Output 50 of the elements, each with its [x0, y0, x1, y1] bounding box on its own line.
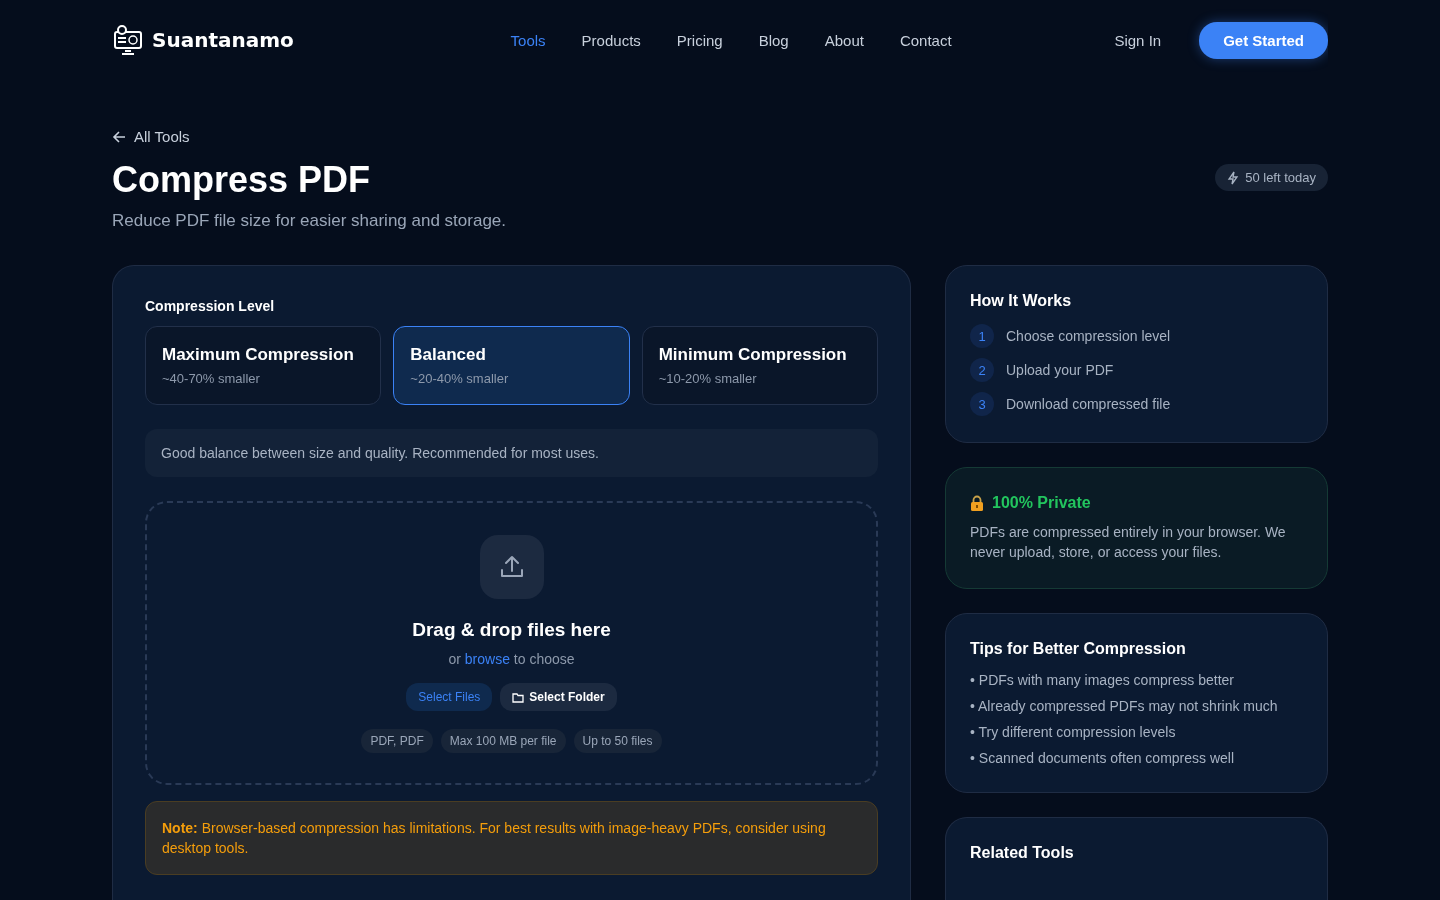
page-subtitle: Reduce PDF file size for easier sharing and storage. [112, 211, 507, 231]
quota-badge: 50 left today [1215, 164, 1328, 191]
privacy-title: 100% Private [992, 494, 1091, 512]
or-text: or [448, 651, 461, 667]
card-title: How It Works [970, 292, 1073, 310]
step-number: 1 [970, 324, 994, 348]
nav-link[interactable]: Tools [510, 31, 546, 49]
limit-chip: Max 100 MB per file [440, 729, 566, 753]
limit-chip: PDF, PDF [361, 729, 433, 753]
folder-icon [512, 691, 525, 703]
step-text: Download compressed file [1006, 396, 1171, 412]
tip-item: • PDFs with many images compress better [970, 672, 1235, 688]
choose-text: to choose [513, 651, 575, 667]
lightning-icon [1227, 170, 1240, 185]
lock-icon [970, 495, 984, 511]
card-title: Related Tools [970, 844, 1075, 862]
step-number: 2 [970, 358, 994, 382]
tip-item: • Try different compression levels [970, 724, 1177, 740]
step-text: Choose compression level [1006, 328, 1171, 344]
nav-link[interactable]: Pricing [676, 31, 723, 49]
sign-in-link[interactable]: Sign In [1108, 30, 1168, 50]
level-description: Good balance between size and quality. Recommended for most uses. [145, 429, 878, 477]
limit-chip: Up to 50 files [573, 729, 662, 753]
card-title: Tips for Better Compression [970, 640, 1187, 658]
compression-option[interactable]: Maximum Compression ~40-70% smaller [145, 326, 382, 405]
tip-item: • Scanned documents often compress well [970, 750, 1236, 766]
note-box: Note: Browser-based compression has limitations. For best results with image-heavy PDFs, consider using desktop tools. [145, 801, 878, 875]
upload-icon [498, 554, 525, 580]
back-link[interactable]: All Tools [112, 128, 190, 145]
brand-name: Suantanamo [152, 28, 294, 52]
compression-option[interactable]: Minimum Compression ~10-20% smaller [641, 326, 878, 405]
nav-link[interactable]: About [824, 31, 864, 49]
get-started-button[interactable]: Get Started [1199, 21, 1328, 59]
browse-link[interactable]: browse [464, 651, 510, 667]
section-label: Compression Level [145, 298, 276, 314]
privacy-text: PDFs are compressed entirely in your browser. We never upload, store, or access your files. [970, 523, 1287, 562]
select-files-button[interactable]: Select Files [406, 683, 493, 711]
drop-heading: Drag & drop files here [412, 619, 611, 641]
nav-link[interactable]: Products [581, 31, 641, 49]
arrow-left-icon [112, 129, 126, 144]
compression-option[interactable]: Balanced ~20-40% smaller [393, 326, 630, 405]
step-number: 3 [970, 392, 994, 416]
nav-link[interactable]: Blog [758, 31, 789, 49]
tip-item: • Already compressed PDFs may not shrink much [970, 698, 1279, 714]
nav-link[interactable]: Contact [899, 31, 952, 49]
page-title: Compress PDF [112, 159, 372, 201]
step-text: Upload your PDF [1006, 362, 1114, 378]
drop-zone[interactable]: Drag & drop files here or browse to choose Select Files Select Folder PDF, PDF Max 100 MB per file Up to 50 files [145, 501, 878, 785]
select-folder-button[interactable]: Select Folder [500, 683, 617, 711]
monitor-gear-icon [112, 24, 144, 56]
